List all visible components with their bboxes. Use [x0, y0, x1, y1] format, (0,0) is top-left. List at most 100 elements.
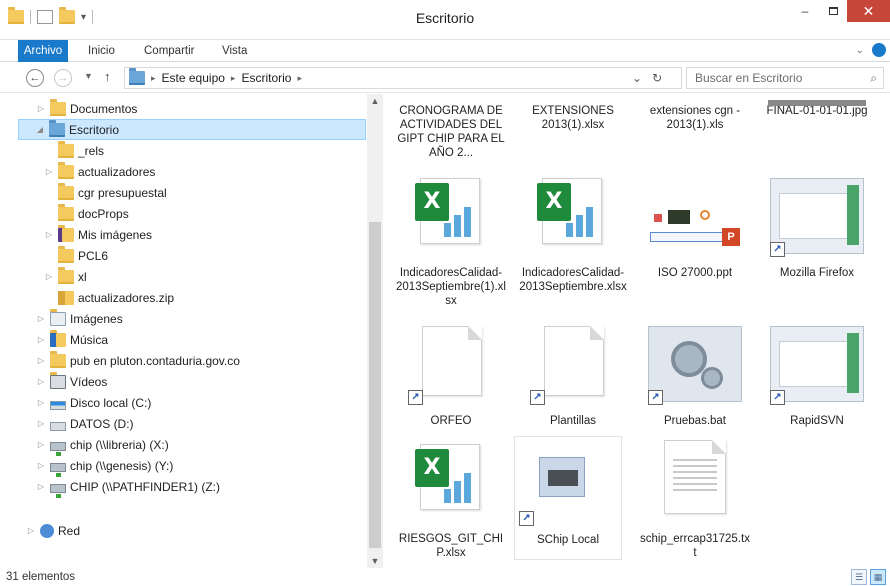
- shortcut-arrow-icon: ↗: [519, 511, 534, 526]
- expand-icon[interactable]: ▷: [26, 526, 36, 535]
- minimize-button[interactable]: –: [791, 0, 819, 22]
- search-input[interactable]: Buscar en Escritorio ⌕: [686, 67, 884, 89]
- nav-item-escritorio[interactable]: ◢ Escritorio: [18, 119, 366, 140]
- search-placeholder: Buscar en Escritorio: [695, 71, 803, 85]
- tab-compartir[interactable]: Compartir: [144, 40, 194, 62]
- excel-icon: X: [415, 444, 480, 510]
- search-icon[interactable]: ⌕: [870, 71, 877, 86]
- nav-item-cgr-presupuestal[interactable]: cgr presupuestal: [58, 182, 167, 203]
- file-item[interactable]: EXTENSIONES 2013(1).xlsx: [514, 104, 632, 132]
- nav-item-chip-libreria[interactable]: ▷ chip (\\libreria) (X:): [36, 434, 169, 456]
- window-controls: – ✕: [791, 0, 890, 22]
- expand-icon[interactable]: ▷: [44, 230, 54, 239]
- file-item[interactable]: ↗ RapidSVN: [758, 326, 876, 436]
- nav-item-videos[interactable]: ▷ Vídeos: [36, 371, 107, 392]
- chevron-right-icon[interactable]: ▸: [231, 73, 236, 84]
- expand-ribbon-icon[interactable]: ⌄: [856, 45, 864, 56]
- nav-item-datos-d[interactable]: ▷ DATOS (D:): [36, 413, 134, 434]
- network-folder-icon: [50, 350, 66, 368]
- desktop-folder-icon: [49, 119, 65, 137]
- file-item[interactable]: P ISO 27000.ppt: [636, 178, 754, 298]
- file-item[interactable]: extensiones cgn - 2013(1).xls: [636, 104, 754, 132]
- nav-item-label: chip (\\genesis) (Y:): [70, 458, 174, 473]
- nav-item-musica[interactable]: ▷ Música: [36, 329, 108, 350]
- expand-icon[interactable]: ▷: [36, 440, 46, 449]
- large-icons-view-icon[interactable]: ▦: [870, 569, 886, 585]
- nav-item-actualizadores[interactable]: ▷ actualizadores: [44, 161, 155, 182]
- address-bar[interactable]: ▸ Este equipo ▸ Escritorio ▸: [124, 67, 682, 89]
- chevron-right-icon[interactable]: ▸: [151, 73, 156, 84]
- help-icon[interactable]: [872, 43, 886, 57]
- nav-item-label: pub en pluton.contaduria.gov.co: [70, 353, 240, 368]
- music-library-icon: [50, 329, 66, 347]
- expand-icon[interactable]: ▷: [36, 377, 46, 386]
- file-item[interactable]: CRONOGRAMA DE ACTIVIDADES DEL GIPT CHIP …: [392, 104, 510, 160]
- navigation-scrollbar[interactable]: ▲ ▼: [367, 94, 383, 568]
- expand-icon[interactable]: ▷: [44, 272, 54, 281]
- close-button[interactable]: ✕: [847, 0, 890, 22]
- chevron-right-icon[interactable]: ▸: [297, 73, 302, 84]
- details-view-icon[interactable]: ☰: [851, 569, 867, 585]
- nav-item-imagenes[interactable]: ▷ Imágenes: [36, 308, 123, 329]
- view-buttons: ☰ ▦: [851, 569, 886, 585]
- scrollbar-thumb[interactable]: [369, 222, 381, 548]
- file-item[interactable]: X RIESGOS_GIT_CHIP.xlsx: [392, 440, 510, 560]
- file-label: extensiones cgn - 2013(1).xls: [649, 105, 741, 131]
- file-item[interactable]: ↗ Pruebas.bat: [636, 326, 754, 436]
- nav-item-red[interactable]: ▷ Red: [26, 520, 80, 541]
- nav-item-label: DATOS (D:): [70, 416, 134, 431]
- nav-item-xl[interactable]: ▷ xl: [44, 266, 87, 287]
- scroll-down-icon[interactable]: ▼: [367, 556, 383, 566]
- nav-item-disco-local-c[interactable]: ▷ Disco local (C:): [36, 392, 151, 413]
- refresh-icon[interactable]: ↻: [652, 71, 662, 85]
- expand-icon[interactable]: ▷: [36, 419, 46, 428]
- nav-item-documentos[interactable]: ▷ Documentos: [36, 98, 137, 119]
- nav-item-mis-imagenes[interactable]: ▷ Mis imágenes: [44, 224, 152, 245]
- nav-item-docprops[interactable]: docProps: [58, 203, 129, 224]
- file-item-selected[interactable]: ↗ SChip Local: [514, 436, 622, 560]
- tab-archivo[interactable]: Archivo: [18, 40, 68, 62]
- address-row: ← → ▼ ↑ ▸ Este equipo ▸ Escritorio ▸ ⌄ ↻…: [0, 63, 890, 93]
- expand-icon[interactable]: ▷: [36, 314, 46, 323]
- shortcut-arrow-icon: ↗: [770, 390, 785, 405]
- nav-item-chip-genesis[interactable]: ▷ chip (\\genesis) (Y:): [36, 455, 174, 477]
- nav-item-rels[interactable]: _rels: [58, 140, 104, 161]
- expand-icon[interactable]: ▷: [36, 356, 46, 365]
- nav-item-chip-pathfinder[interactable]: ▷ CHIP (\\PATHFINDER1) (Z:): [36, 476, 220, 498]
- breadcrumb-escritorio[interactable]: Escritorio: [241, 71, 291, 85]
- maximize-icon: [828, 7, 838, 15]
- folder-icon: [58, 140, 74, 158]
- nav-item-actualizadores-zip[interactable]: actualizadores.zip: [58, 287, 174, 308]
- file-item[interactable]: ↗ Plantillas: [514, 326, 632, 436]
- expand-icon[interactable]: ▷: [36, 335, 46, 344]
- file-item[interactable]: X IndicadoresCalidad-2013Septiembre.xlsx: [514, 178, 632, 298]
- network-drive-icon: [50, 462, 66, 477]
- file-item[interactable]: FINAL-01-01-01.jpg: [758, 100, 876, 118]
- recent-locations-icon[interactable]: ▼: [84, 71, 93, 81]
- back-button[interactable]: ←: [26, 69, 44, 87]
- nav-item-pcl6[interactable]: PCL6: [58, 245, 108, 266]
- file-item[interactable]: X IndicadoresCalidad-2013Septiembre(1).x…: [392, 178, 510, 307]
- nav-item-pub-pluton[interactable]: ▷ pub en pluton.contaduria.gov.co: [36, 350, 240, 371]
- expand-icon[interactable]: ▷: [44, 167, 54, 176]
- file-item[interactable]: ↗ ORFEO: [392, 326, 510, 436]
- expand-icon[interactable]: ▷: [36, 398, 46, 407]
- tab-inicio[interactable]: Inicio: [88, 40, 115, 62]
- file-item[interactable]: ↗ Mozilla Firefox: [758, 178, 876, 298]
- network-drive-icon: [50, 483, 66, 498]
- breadcrumb-este-equipo[interactable]: Este equipo: [162, 71, 225, 85]
- tab-vista[interactable]: Vista: [222, 40, 247, 62]
- address-dropdown-icon[interactable]: ⌄: [632, 71, 642, 85]
- maximize-button[interactable]: [819, 0, 847, 22]
- up-button[interactable]: ↑: [104, 69, 111, 84]
- collapse-icon[interactable]: ◢: [35, 125, 45, 134]
- file-item[interactable]: schip_errcap31725.txt: [636, 440, 754, 560]
- nav-item-label: Música: [70, 332, 109, 347]
- expand-icon[interactable]: ▷: [36, 461, 46, 470]
- file-label: CRONOGRAMA DE ACTIVIDADES DEL GIPT CHIP …: [397, 105, 505, 159]
- forward-button[interactable]: →: [54, 69, 72, 87]
- expand-icon[interactable]: ▷: [36, 104, 46, 113]
- file-label: ORFEO: [430, 415, 472, 427]
- scroll-up-icon[interactable]: ▲: [367, 96, 383, 106]
- expand-icon[interactable]: ▷: [36, 482, 46, 491]
